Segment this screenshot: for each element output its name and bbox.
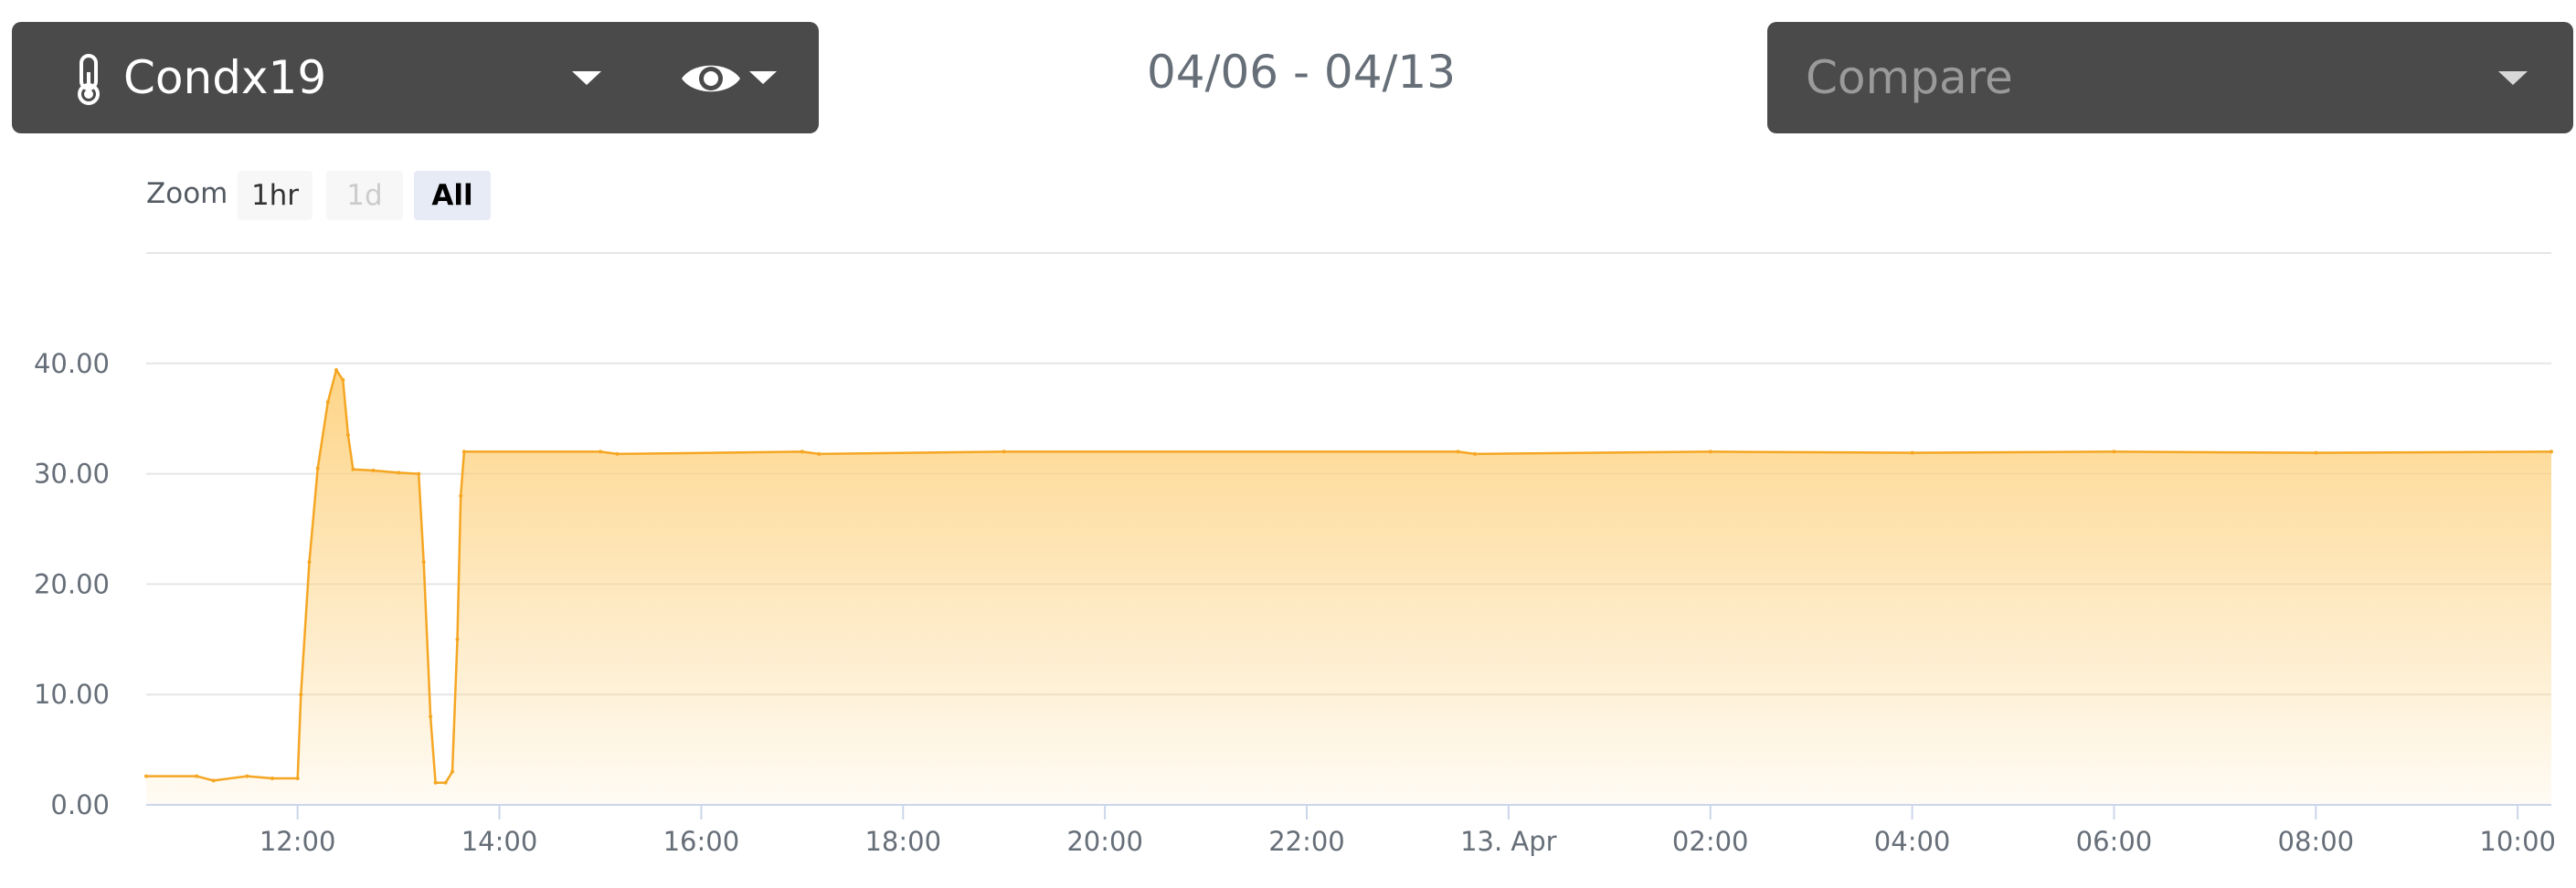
data-point bbox=[459, 493, 463, 498]
x-tick-label: 10:00 bbox=[2479, 826, 2556, 857]
data-point bbox=[800, 449, 804, 454]
x-tick-label: 14:00 bbox=[461, 826, 538, 857]
data-point bbox=[429, 714, 433, 719]
y-tick-label: 20.00 bbox=[34, 568, 110, 599]
data-point bbox=[195, 774, 199, 778]
data-point bbox=[351, 467, 355, 471]
x-tick-label: 22:00 bbox=[1268, 826, 1345, 857]
data-point bbox=[299, 692, 303, 697]
data-point bbox=[451, 769, 454, 774]
data-point bbox=[421, 560, 426, 565]
data-point bbox=[2314, 450, 2318, 455]
data-point bbox=[341, 377, 345, 382]
data-point bbox=[443, 780, 448, 785]
x-tick-label: 08:00 bbox=[2278, 826, 2355, 857]
x-tick-label: 13. Apr bbox=[1460, 826, 1557, 857]
data-point bbox=[599, 449, 602, 454]
x-tick-label: 16:00 bbox=[663, 826, 740, 857]
data-point bbox=[211, 778, 216, 783]
data-point bbox=[334, 368, 338, 372]
x-tick-label: 06:00 bbox=[2076, 826, 2153, 857]
data-point bbox=[817, 451, 822, 456]
data-point bbox=[2112, 449, 2116, 454]
y-tick-label: 10.00 bbox=[34, 679, 110, 710]
y-tick-label: 40.00 bbox=[34, 348, 110, 379]
data-point bbox=[461, 449, 466, 454]
data-point bbox=[245, 774, 249, 778]
data-point bbox=[1708, 449, 1712, 454]
data-point bbox=[307, 560, 312, 565]
data-point bbox=[371, 469, 376, 472]
data-point bbox=[345, 433, 350, 438]
y-tick-label: 30.00 bbox=[34, 459, 110, 490]
y-tick-label: 0.00 bbox=[50, 789, 110, 820]
x-tick-label: 02:00 bbox=[1672, 826, 1749, 857]
data-point bbox=[397, 470, 401, 475]
data-point bbox=[455, 637, 460, 641]
data-point bbox=[417, 471, 421, 476]
data-point bbox=[1473, 451, 1477, 456]
x-tick-label: 04:00 bbox=[1874, 826, 1951, 857]
data-point bbox=[1910, 450, 1914, 455]
series-area bbox=[146, 370, 2551, 805]
x-tick-label: 12:00 bbox=[260, 826, 336, 857]
data-point bbox=[433, 780, 438, 785]
data-point bbox=[325, 400, 330, 405]
data-point bbox=[315, 466, 320, 470]
data-point bbox=[1002, 449, 1006, 454]
data-point bbox=[2549, 449, 2553, 454]
data-point bbox=[144, 774, 148, 778]
data-point bbox=[295, 777, 300, 780]
area-chart: 0.00 10.00 20.00 30.00 40.00 12:00 14:00 16:00 1… bbox=[34, 252, 2556, 857]
data-point bbox=[615, 451, 620, 456]
data-point bbox=[270, 777, 274, 780]
x-tick-label: 18:00 bbox=[864, 826, 941, 857]
x-tick-label: 20:00 bbox=[1066, 826, 1143, 857]
data-point bbox=[1456, 449, 1460, 454]
